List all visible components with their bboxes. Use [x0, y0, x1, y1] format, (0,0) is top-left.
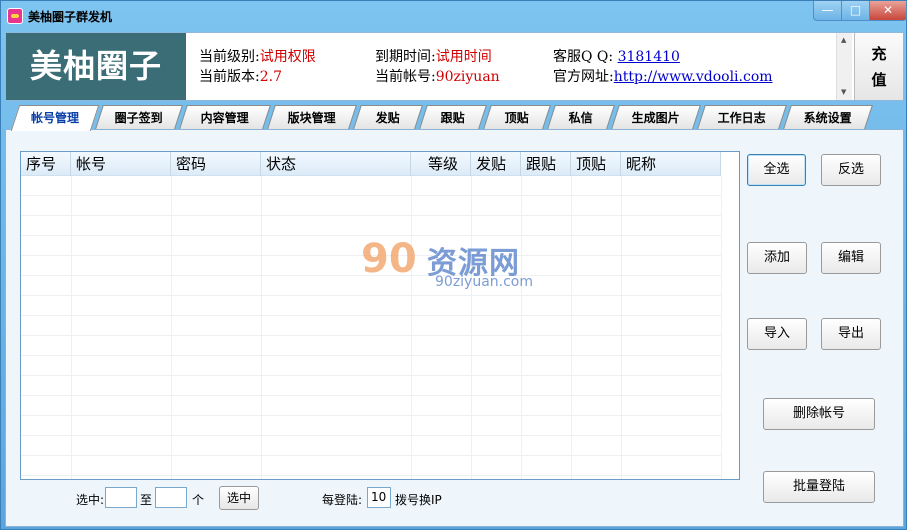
window-title: 美柚圈子群发机	[28, 10, 113, 24]
minimize-button[interactable]: —	[813, 1, 842, 21]
unit-label: 个	[192, 493, 205, 507]
col-index[interactable]: 序号	[21, 152, 71, 176]
select-all-button[interactable]: 全选	[747, 154, 806, 186]
expire-label: 到期时间:	[375, 49, 436, 65]
tab-post[interactable]: 发贴	[353, 105, 423, 129]
col-password[interactable]: 密码	[171, 152, 261, 176]
account-value: 90ziyuan	[435, 69, 500, 85]
tab-content-management[interactable]: 内容管理	[179, 105, 271, 129]
grid-divider	[71, 176, 72, 479]
watermark-en: 90ziyuan.com	[435, 274, 534, 290]
brand-logo: 美柚圈子	[6, 33, 186, 100]
delete-account-button[interactable]: 删除帐号	[763, 398, 875, 430]
import-button[interactable]: 导入	[747, 318, 807, 350]
level-label: 当前级别:	[199, 49, 260, 65]
grid-divider	[411, 176, 412, 479]
title-bar: 美柚圈子群发机 — □ ✕	[1, 1, 907, 31]
version-value: 2.7	[259, 69, 282, 85]
grid-divider	[621, 176, 622, 479]
select-label: 选中:	[76, 493, 105, 507]
per-login-label: 每登陆:	[322, 493, 363, 507]
per-login-input[interactable]: 10	[367, 487, 391, 508]
site-link[interactable]: http://www.vdooli.com	[614, 69, 773, 85]
col-account[interactable]: 帐号	[71, 152, 171, 176]
tab-reply[interactable]: 跟贴	[419, 105, 487, 129]
tab-work-log[interactable]: 工作日志	[697, 105, 787, 129]
col-bump[interactable]: 顶贴	[571, 152, 621, 176]
maximize-button[interactable]: □	[841, 1, 870, 21]
add-button[interactable]: 添加	[747, 242, 807, 274]
site-label: 官方网址:	[553, 69, 614, 85]
header-banner: 美柚圈子 当前级别:试用权限 当前版本:2.7 到期时间:试用时间 当前帐号:9…	[5, 32, 904, 101]
edit-button[interactable]: 编辑	[821, 242, 881, 274]
tab-generate-image[interactable]: 生成图片	[611, 105, 701, 129]
close-button[interactable]: ✕	[869, 1, 907, 21]
grid-divider	[521, 176, 522, 479]
recharge-label-1: 充	[871, 45, 887, 63]
tab-section-management[interactable]: 版块管理	[267, 105, 357, 129]
account-panel: 序号 帐号 密码 状态 等级 发贴 跟贴 顶贴 昵称 全选 反选 添加 编辑 导…	[5, 129, 904, 527]
col-post[interactable]: 发贴	[471, 152, 521, 176]
table-body[interactable]	[21, 176, 721, 479]
app-icon	[7, 8, 23, 24]
info-column-1: 当前级别:试用权限 当前版本:2.7	[199, 47, 316, 87]
tab-circle-checkin[interactable]: 圈子签到	[95, 105, 183, 129]
grid-divider	[261, 176, 262, 479]
select-range-button[interactable]: 选中	[219, 486, 259, 510]
account-label: 当前帐号:	[375, 69, 436, 85]
watermark: 90 资源网 90ziyuan.com	[361, 236, 551, 296]
invert-selection-button[interactable]: 反选	[821, 154, 881, 186]
select-from-input[interactable]	[105, 487, 137, 508]
batch-login-button[interactable]: 批量登陆	[763, 471, 875, 503]
expire-value: 试用时间	[435, 49, 492, 65]
recharge-button[interactable]: 充 值	[854, 33, 903, 100]
to-label: 至	[140, 493, 153, 507]
tab-system-settings[interactable]: 系统设置	[783, 105, 873, 129]
col-status[interactable]: 状态	[261, 152, 411, 176]
tab-bar: 帐号管理 圈子签到 内容管理 版块管理 发贴 跟贴 顶贴 私信 生成图片 工作日…	[5, 105, 904, 131]
col-level[interactable]: 等级	[411, 152, 471, 176]
tab-private-message[interactable]: 私信	[547, 105, 615, 129]
info-column-3: 客服Q Q: 3181410 官方网址:http://www.vdooli.co…	[553, 47, 773, 87]
col-reply[interactable]: 跟贴	[521, 152, 571, 176]
tab-account-management[interactable]: 帐号管理	[10, 105, 100, 131]
level-value: 试用权限	[259, 49, 316, 65]
grid-divider	[471, 176, 472, 479]
app-window: 美柚圈子群发机 — □ ✕ 美柚圈子 当前级别:试用权限 当前版本:2.7 到期…	[0, 0, 907, 530]
header-scrollbar[interactable]: ▲ ▼	[836, 33, 852, 100]
tab-bump[interactable]: 顶贴	[483, 105, 551, 129]
dial-ip-label: 拨号换IP	[395, 493, 442, 507]
grid-divider	[721, 176, 722, 479]
info-column-2: 到期时间:试用时间 当前帐号:90ziyuan	[375, 47, 500, 87]
account-table[interactable]: 序号 帐号 密码 状态 等级 发贴 跟贴 顶贴 昵称	[20, 151, 740, 480]
scroll-down-icon[interactable]: ▼	[841, 88, 846, 96]
version-label: 当前版本:	[199, 69, 260, 85]
grid-divider	[171, 176, 172, 479]
recharge-label-2: 值	[871, 71, 887, 89]
col-nickname[interactable]: 昵称	[621, 152, 721, 176]
grid-divider	[571, 176, 572, 479]
select-to-input[interactable]	[155, 487, 187, 508]
export-button[interactable]: 导出	[821, 318, 881, 350]
table-header: 序号 帐号 密码 状态 等级 发贴 跟贴 顶贴 昵称	[21, 152, 721, 176]
qq-label: 客服Q Q:	[553, 49, 618, 65]
scroll-up-icon[interactable]: ▲	[841, 36, 846, 44]
watermark-logo: 90	[361, 236, 417, 282]
qq-link[interactable]: 3181410	[618, 49, 680, 65]
